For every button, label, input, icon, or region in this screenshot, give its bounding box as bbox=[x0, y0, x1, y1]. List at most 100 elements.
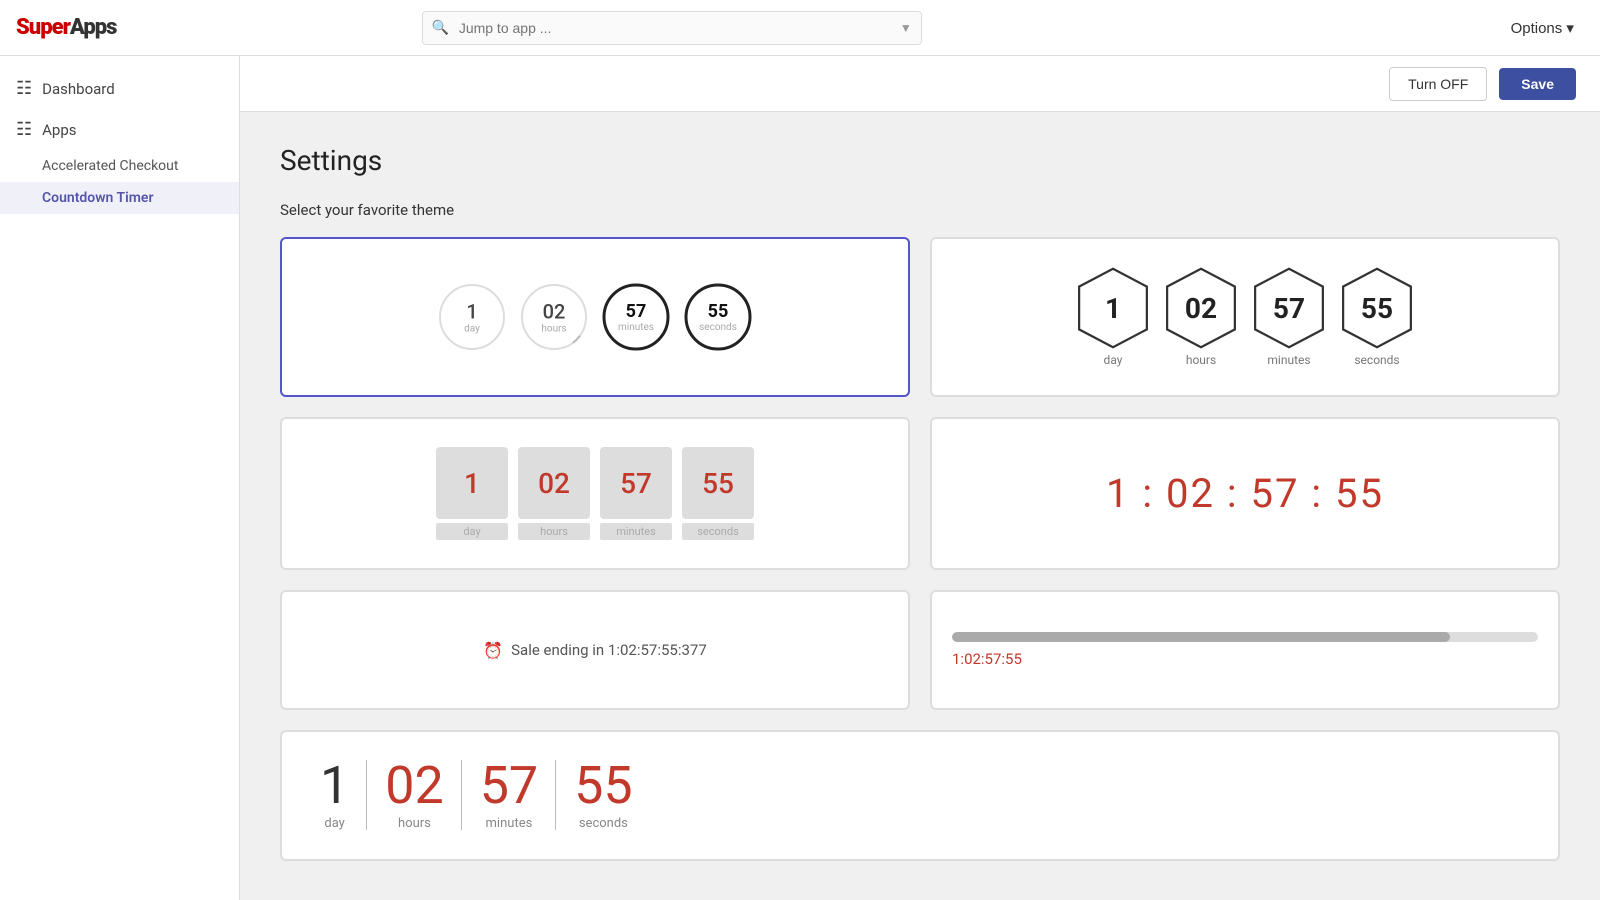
hex-day-num: 1 bbox=[1105, 292, 1121, 325]
hex-seconds-num: 55 bbox=[1361, 292, 1393, 325]
circle-unit-seconds: 55 seconds bbox=[682, 281, 754, 353]
box-minutes-square: 57 bbox=[600, 447, 672, 519]
theme-card-colon[interactable]: 1 : 02 : 57 : 55 bbox=[930, 417, 1560, 570]
box-minutes-label: minutes bbox=[600, 523, 672, 540]
circle-hours-ring: 02 hours bbox=[518, 281, 590, 353]
progress-bar-fill bbox=[952, 632, 1450, 642]
hex-seconds-label: seconds bbox=[1354, 353, 1399, 367]
hexagon-day: 1 bbox=[1077, 267, 1149, 349]
chevron-down-icon: ▼ bbox=[900, 21, 912, 35]
accelerated-checkout-label: Accelerated Checkout bbox=[42, 158, 178, 174]
sidebar: ☷ Dashboard ☷ Apps Accelerated Checkout … bbox=[0, 56, 240, 900]
divider-unit-seconds: 55 seconds bbox=[556, 760, 650, 831]
theme-card-progress[interactable]: 1:02:57:55 bbox=[930, 590, 1560, 710]
turn-off-button[interactable]: Turn OFF bbox=[1389, 67, 1487, 101]
box-seconds-square: 55 bbox=[682, 447, 754, 519]
main-content: Turn OFF Save Settings Select your favor… bbox=[240, 56, 1600, 900]
sale-timer-text: Sale ending in 1:02:57:55:377 bbox=[511, 641, 707, 659]
circle-day-ring: 1 day bbox=[436, 281, 508, 353]
search-bar[interactable]: 🔍 ▼ bbox=[422, 11, 922, 45]
divider-day-label: day bbox=[324, 816, 344, 831]
circle-unit-minutes: 57 minutes bbox=[600, 281, 672, 353]
hex-unit-minutes: 57 minutes bbox=[1253, 267, 1325, 367]
sidebar-item-accelerated-checkout[interactable]: Accelerated Checkout bbox=[0, 150, 239, 182]
theme-card-circles[interactable]: 1 day bbox=[280, 237, 910, 397]
countdown-timer-label: Countdown Timer bbox=[42, 190, 153, 206]
circle-minutes-label: minutes bbox=[618, 322, 654, 333]
sidebar-item-dashboard[interactable]: ☷ Dashboard bbox=[0, 68, 239, 109]
search-input[interactable] bbox=[422, 11, 922, 45]
progress-timer: 1:02:57:55 bbox=[952, 632, 1538, 668]
box-day-square: 1 bbox=[436, 447, 508, 519]
circle-seconds-label: seconds bbox=[699, 322, 737, 333]
box-day-label: day bbox=[436, 523, 508, 540]
hex-minutes-label: minutes bbox=[1267, 353, 1310, 367]
circle-unit-day: 1 day bbox=[436, 281, 508, 353]
theme-card-divider[interactable]: 1 day 02 hours 57 minutes 55 bbox=[280, 730, 1560, 861]
search-icon: 🔍 bbox=[432, 20, 449, 36]
divider-hours-num: 02 bbox=[385, 760, 443, 812]
divider-timer: 1 day 02 hours 57 minutes 55 bbox=[302, 760, 651, 831]
page-title: Settings bbox=[280, 144, 1560, 177]
apps-icon: ☷ bbox=[16, 119, 32, 140]
circle-hours-label: hours bbox=[541, 324, 566, 335]
hex-unit-seconds: 55 seconds bbox=[1341, 267, 1413, 367]
box-hours-num: 02 bbox=[538, 467, 570, 500]
divider-unit-minutes: 57 minutes bbox=[462, 760, 556, 831]
circle-minutes-num: 57 bbox=[626, 301, 647, 322]
hex-hours-label: hours bbox=[1186, 353, 1216, 367]
topnav-right: Options ▾ bbox=[1501, 13, 1584, 43]
hex-day-label: day bbox=[1104, 353, 1123, 367]
progress-time-text: 1:02:57:55 bbox=[952, 650, 1538, 668]
theme-card-sale[interactable]: ⏰ Sale ending in 1:02:57:55:377 bbox=[280, 590, 910, 710]
theme-card-hexagons[interactable]: 1 day 02 hours bbox=[930, 237, 1560, 397]
circle-day-num: 1 bbox=[466, 300, 477, 324]
box-unit-seconds: 55 seconds bbox=[682, 447, 754, 540]
circle-unit-hours: 02 hours bbox=[518, 281, 590, 353]
divider-seconds-label: seconds bbox=[579, 816, 628, 831]
box-minutes-num: 57 bbox=[620, 467, 652, 500]
box-day-num: 1 bbox=[464, 467, 480, 500]
box-unit-hours: 02 hours bbox=[518, 447, 590, 540]
clock-icon: ⏰ bbox=[483, 641, 503, 660]
circle-day-label: day bbox=[464, 324, 480, 335]
hex-timer: 1 day 02 hours bbox=[1077, 267, 1413, 367]
circle-minutes-ring: 57 minutes bbox=[600, 281, 672, 353]
sidebar-item-countdown-timer[interactable]: Countdown Timer bbox=[0, 182, 239, 214]
box-timer: 1 day 02 hours 57 bbox=[436, 447, 754, 540]
progress-bar-track bbox=[952, 632, 1538, 642]
main-layout: ☷ Dashboard ☷ Apps Accelerated Checkout … bbox=[0, 56, 1600, 900]
theme-card-boxes[interactable]: 1 day 02 hours 57 bbox=[280, 417, 910, 570]
theme-grid: 1 day bbox=[280, 237, 1560, 861]
circle-seconds-num: 55 bbox=[708, 301, 729, 322]
settings-content: Settings Select your favorite theme bbox=[240, 112, 1600, 893]
divider-seconds-num: 55 bbox=[574, 760, 632, 812]
app-logo: SuperApps bbox=[16, 15, 116, 40]
divider-minutes-num: 57 bbox=[480, 760, 538, 812]
box-seconds-num: 55 bbox=[702, 467, 734, 500]
hexagon-minutes: 57 bbox=[1253, 267, 1325, 349]
dashboard-icon: ☷ bbox=[16, 78, 32, 99]
divider-unit-hours: 02 hours bbox=[367, 760, 461, 831]
section-label: Select your favorite theme bbox=[280, 201, 1560, 219]
box-hours-label: hours bbox=[518, 523, 590, 540]
divider-day-num: 1 bbox=[320, 760, 349, 812]
divider-minutes-label: minutes bbox=[486, 816, 533, 831]
circle-seconds-ring: 55 seconds bbox=[682, 281, 754, 353]
hex-hours-num: 02 bbox=[1185, 292, 1217, 325]
box-unit-day: 1 day bbox=[436, 447, 508, 540]
sidebar-dashboard-label: Dashboard bbox=[42, 80, 115, 98]
sidebar-item-apps[interactable]: ☷ Apps bbox=[0, 109, 239, 150]
divider-unit-day: 1 day bbox=[302, 760, 367, 831]
box-seconds-label: seconds bbox=[682, 523, 754, 540]
sale-timer: ⏰ Sale ending in 1:02:57:55:377 bbox=[483, 641, 707, 660]
action-bar: Turn OFF Save bbox=[240, 56, 1600, 112]
colon-timer: 1 : 02 : 57 : 55 bbox=[1106, 470, 1384, 517]
save-button[interactable]: Save bbox=[1499, 68, 1576, 100]
hex-minutes-num: 57 bbox=[1273, 292, 1305, 325]
circles-timer: 1 day bbox=[436, 281, 754, 353]
top-navigation: SuperApps 🔍 ▼ Options ▾ bbox=[0, 0, 1600, 56]
box-unit-minutes: 57 minutes bbox=[600, 447, 672, 540]
options-button[interactable]: Options ▾ bbox=[1501, 13, 1584, 43]
box-hours-square: 02 bbox=[518, 447, 590, 519]
